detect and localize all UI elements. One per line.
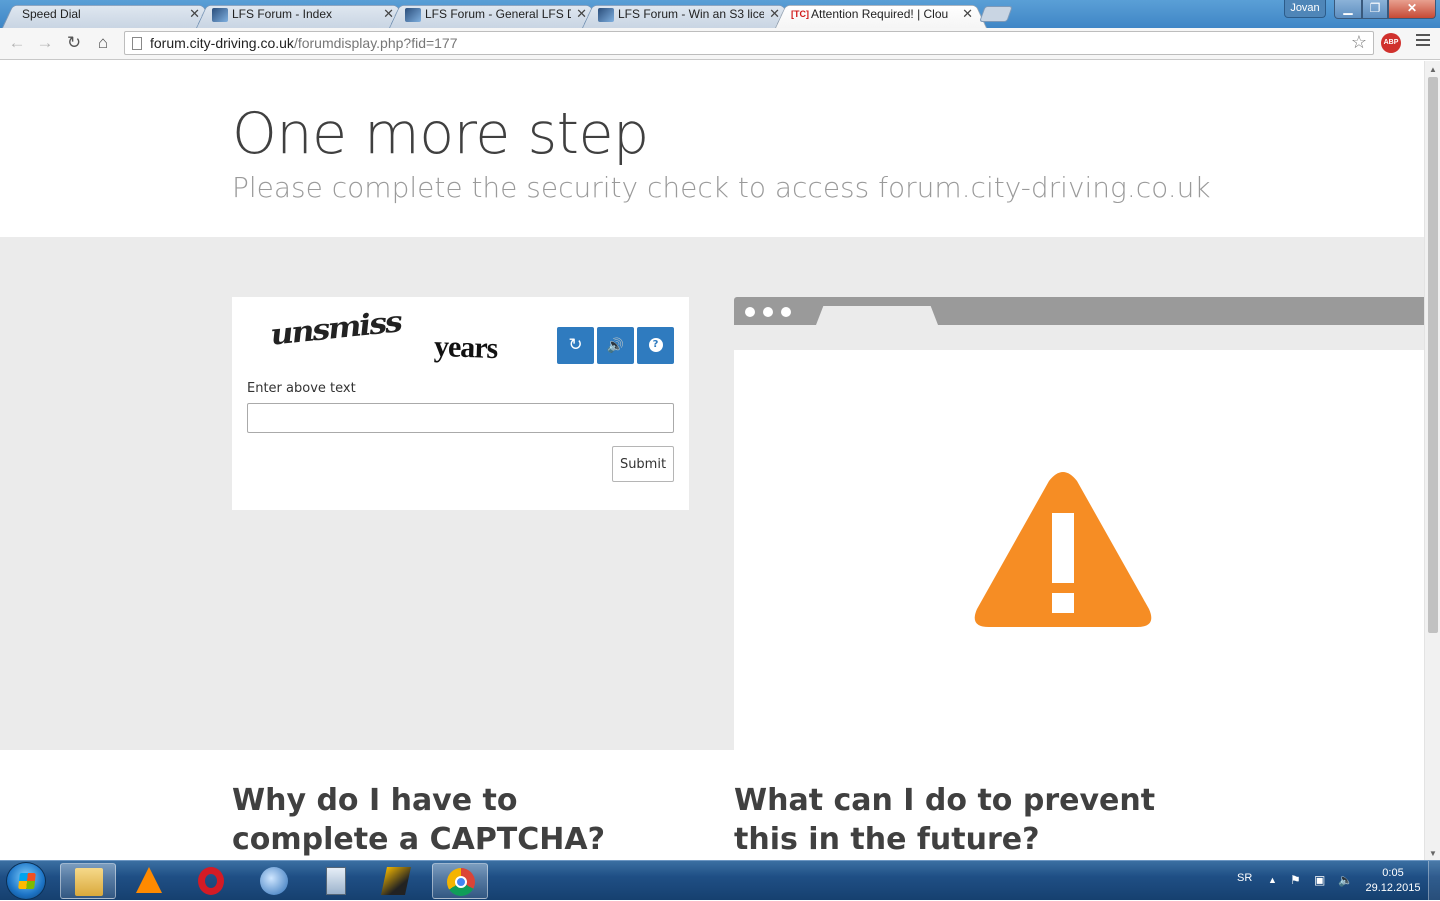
tab-speed-dial[interactable]: Speed Dial ✕ [2, 2, 214, 28]
close-window-button[interactable]: ✕ [1388, 0, 1436, 19]
browser-toolbar: ← → ↻ ⌂ forum.city-driving.co.uk/forumdi… [0, 28, 1440, 60]
taskbar-chrome[interactable] [432, 863, 488, 899]
clock-time: 0:05 [1382, 867, 1404, 879]
reload-button[interactable]: ↻ [62, 32, 86, 54]
new-tab-button[interactable] [979, 6, 1013, 22]
page-viewport: One more step Please complete the securi… [0, 61, 1424, 860]
start-button[interactable] [6, 862, 46, 900]
submit-button[interactable]: Submit [612, 446, 674, 482]
adblock-plus-icon[interactable]: ABP [1381, 33, 1401, 53]
lfs-favicon-icon [598, 8, 614, 22]
illustration-window-bar [734, 297, 1424, 325]
illustration-tab [816, 306, 938, 325]
illustration-body [734, 350, 1424, 750]
tab-close-icon[interactable]: ✕ [962, 6, 973, 22]
captcha-help-button[interactable]: ? [637, 327, 674, 364]
forward-button[interactable]: → [33, 32, 57, 54]
back-button[interactable]: ← [5, 32, 29, 54]
opera-icon [198, 867, 224, 895]
taskbar-winamp[interactable] [370, 863, 426, 899]
tab-lfs-forum-general[interactable]: LFS Forum - General LFS D ✕ [389, 2, 601, 28]
page-header: One more step Please complete the securi… [0, 61, 1424, 237]
captcha-label: Enter above text [247, 381, 356, 396]
lfs-favicon-icon [405, 8, 421, 22]
show-desktop-button[interactable] [1428, 861, 1440, 901]
tab-title: LFS Forum - Index [232, 7, 333, 21]
folder-icon [75, 868, 103, 896]
vlc-cone-icon [136, 867, 162, 893]
windows-logo-icon [18, 873, 36, 889]
tab-title: LFS Forum - Win an S3 lice [618, 7, 764, 21]
action-center-flag-icon[interactable]: ⚑ [1290, 873, 1301, 887]
tab-lfs-forum-win-s3[interactable]: LFS Forum - Win an S3 lice ✕ [582, 2, 794, 28]
browser-title-bar: Speed Dial ✕ LFS Forum - Index ✕ LFS For… [0, 0, 1440, 28]
calculator-icon [326, 867, 346, 895]
window-dot [763, 307, 773, 317]
taskbar-thunderbird[interactable] [246, 863, 302, 899]
page-title: One more step [232, 101, 649, 167]
bookmark-star-icon[interactable]: ☆ [1351, 32, 1367, 53]
url-path: /forumdisplay.php?fid=177 [293, 35, 458, 51]
minimize-button[interactable]: ▁ [1334, 0, 1362, 19]
captcha-response-input[interactable] [247, 403, 674, 433]
page-subtitle: Please complete the security check to ac… [232, 171, 1211, 204]
profile-button[interactable]: Jovan [1284, 0, 1326, 18]
why-captcha-heading: Why do I have to complete a CAPTCHA? [232, 783, 606, 857]
taskbar-explorer[interactable] [60, 863, 116, 899]
captcha-audio-button[interactable]: 🔊 [597, 327, 634, 364]
chrome-menu-icon[interactable] [1416, 34, 1430, 49]
tab-title: LFS Forum - General LFS D [425, 7, 571, 21]
show-hidden-icons-icon[interactable]: ▲ [1268, 875, 1277, 885]
language-indicator[interactable]: SR [1237, 872, 1252, 884]
cloudflare-favicon-icon: [TC] [791, 9, 809, 19]
warning-triangle-icon [974, 472, 1152, 627]
captcha-reload-button[interactable]: ↻ [557, 327, 594, 364]
volume-icon[interactable]: 🔈 [1338, 873, 1353, 887]
tab-close-icon[interactable]: ✕ [189, 6, 200, 22]
address-bar[interactable]: forum.city-driving.co.uk/forumdisplay.ph… [124, 31, 1374, 55]
taskbar-opera[interactable] [184, 863, 240, 899]
clock-date: 29.12.2015 [1365, 882, 1421, 894]
window-dot [781, 307, 791, 317]
url-text[interactable]: forum.city-driving.co.uk/forumdisplay.ph… [150, 35, 458, 51]
scroll-down-arrow-icon[interactable]: ▼ [1429, 849, 1437, 858]
chrome-icon [447, 868, 475, 896]
url-host: forum.city-driving.co.uk [150, 35, 294, 51]
tab-attention-required[interactable]: [TC] Attention Required! | Clou ✕ [775, 2, 987, 28]
tab-lfs-forum-index[interactable]: LFS Forum - Index ✕ [196, 2, 408, 28]
winamp-icon [381, 867, 411, 895]
page-icon [132, 37, 142, 50]
scroll-thumb[interactable] [1428, 77, 1438, 633]
thunderbird-icon [260, 867, 288, 895]
captcha-widget: unsmiss years ↻ 🔊 ? Enter above text Sub… [232, 297, 689, 510]
windows-taskbar: SR ▲ ⚑ ▣ 🔈 0:05 29.12.2015 [0, 860, 1440, 901]
question-icon: ? [648, 338, 663, 352]
tab-title: Speed Dial [22, 7, 81, 21]
page-scrollbar[interactable]: ▲ ▼ [1424, 61, 1440, 860]
maximize-button[interactable]: ❐ [1362, 0, 1388, 19]
captcha-image-word: unsmiss [268, 304, 403, 352]
system-clock[interactable]: 0:05 29.12.2015 [1362, 866, 1424, 896]
network-icon[interactable]: ▣ [1314, 873, 1325, 887]
browser-illustration [734, 297, 1424, 750]
window-dot [745, 307, 755, 317]
home-button[interactable]: ⌂ [91, 32, 115, 54]
taskbar-calculator[interactable] [308, 863, 364, 899]
refresh-icon: ↻ [568, 335, 583, 355]
prevent-heading: What can I do to prevent this in the fut… [734, 783, 1156, 857]
lfs-favicon-icon [212, 8, 228, 22]
taskbar-vlc[interactable] [122, 863, 178, 899]
tab-title: Attention Required! | Clou [811, 7, 949, 21]
captcha-image-word: years [433, 329, 498, 366]
speaker-icon: 🔊 [606, 338, 625, 354]
scroll-up-arrow-icon[interactable]: ▲ [1429, 65, 1437, 74]
